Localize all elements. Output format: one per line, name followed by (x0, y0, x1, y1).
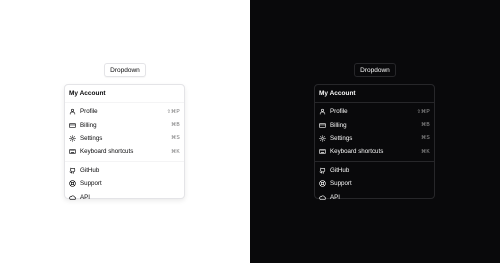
menu-separator (315, 160, 434, 162)
menu-label: My Account (69, 90, 106, 97)
menu-item-label: Billing (80, 121, 97, 129)
menu-item-shortcut: ⌘K (421, 148, 430, 155)
menu-item-api[interactable]: API (315, 190, 434, 203)
menu-item-api[interactable]: API (65, 190, 184, 203)
keyboard-icon (319, 148, 326, 155)
menu-item-label: Support (330, 180, 352, 188)
menu-item-profile[interactable]: Profile ⇧⌘P (65, 105, 184, 118)
dark-theme-panel: Dropdown My Account Profile ⇧⌘P Billing … (250, 0, 500, 263)
menu-item-label: GitHub (330, 166, 350, 174)
menu-item-label: Support (80, 180, 102, 188)
menu-item-github[interactable]: GitHub (315, 164, 434, 177)
menu-item-label: API (80, 193, 90, 201)
menu-item-label: API (330, 193, 340, 201)
menu-item-keyboard-shortcuts[interactable]: Keyboard shortcuts ⌘K (65, 145, 184, 158)
keyboard-icon (69, 148, 76, 155)
cloud-icon (319, 194, 326, 201)
menu-item-profile[interactable]: Profile ⇧⌘P (315, 105, 434, 118)
user-icon (69, 108, 76, 115)
life-buoy-icon (69, 180, 76, 187)
menu-item-settings[interactable]: Settings ⌘S (315, 132, 434, 145)
menu-item-support[interactable]: Support (65, 177, 184, 190)
menu-separator (65, 102, 184, 103)
menu-item-shortcut: ⇧⌘P (416, 108, 430, 115)
menu-item-shortcut: ⌘B (421, 122, 430, 129)
menu-item-billing[interactable]: Billing ⌘B (65, 118, 184, 131)
menu-item-label: Profile (80, 108, 98, 116)
menu-item-label: Keyboard shortcuts (80, 148, 134, 156)
menu-item-label: Keyboard shortcuts (330, 148, 384, 156)
menu-item-label: Billing (330, 121, 347, 129)
credit-card-icon (69, 122, 76, 129)
menu-item-shortcut: ⌘S (421, 135, 430, 142)
dropdown-menu: My Account Profile ⇧⌘P Billing ⌘B Settin… (64, 84, 185, 201)
gear-icon (69, 135, 76, 142)
menu-item-support[interactable]: Support (315, 177, 434, 190)
menu-item-shortcut: ⌘S (171, 135, 180, 142)
github-icon (69, 167, 76, 174)
gear-icon (319, 135, 326, 142)
menu-item-label: GitHub (80, 166, 100, 174)
menu-item-shortcut: ⌘K (171, 148, 180, 155)
menu-item-label: Profile (330, 108, 348, 116)
credit-card-icon (319, 122, 326, 129)
stage: Dropdown My Account Profile ⇧⌘P Billing … (0, 0, 500, 263)
dropdown-trigger-button[interactable]: Dropdown (104, 63, 146, 77)
cloud-icon (69, 194, 76, 201)
menu-item-label: Settings (80, 134, 103, 142)
menu-item-settings[interactable]: Settings ⌘S (65, 132, 184, 145)
github-icon (319, 167, 326, 174)
light-theme-panel: Dropdown My Account Profile ⇧⌘P Billing … (0, 0, 250, 263)
menu-separator (65, 160, 184, 162)
dropdown-menu: My Account Profile ⇧⌘P Billing ⌘B Settin… (314, 84, 435, 201)
menu-item-github[interactable]: GitHub (65, 164, 184, 177)
menu-separator (315, 102, 434, 103)
dropdown-trigger-button[interactable]: Dropdown (354, 63, 396, 77)
menu-item-label: Settings (330, 134, 353, 142)
menu-item-shortcut: ⇧⌘P (166, 108, 180, 115)
menu-item-keyboard-shortcuts[interactable]: Keyboard shortcuts ⌘K (315, 145, 434, 158)
life-buoy-icon (319, 180, 326, 187)
menu-item-shortcut: ⌘B (171, 122, 180, 129)
user-icon (319, 108, 326, 115)
menu-item-billing[interactable]: Billing ⌘B (315, 118, 434, 131)
menu-label: My Account (319, 90, 356, 97)
